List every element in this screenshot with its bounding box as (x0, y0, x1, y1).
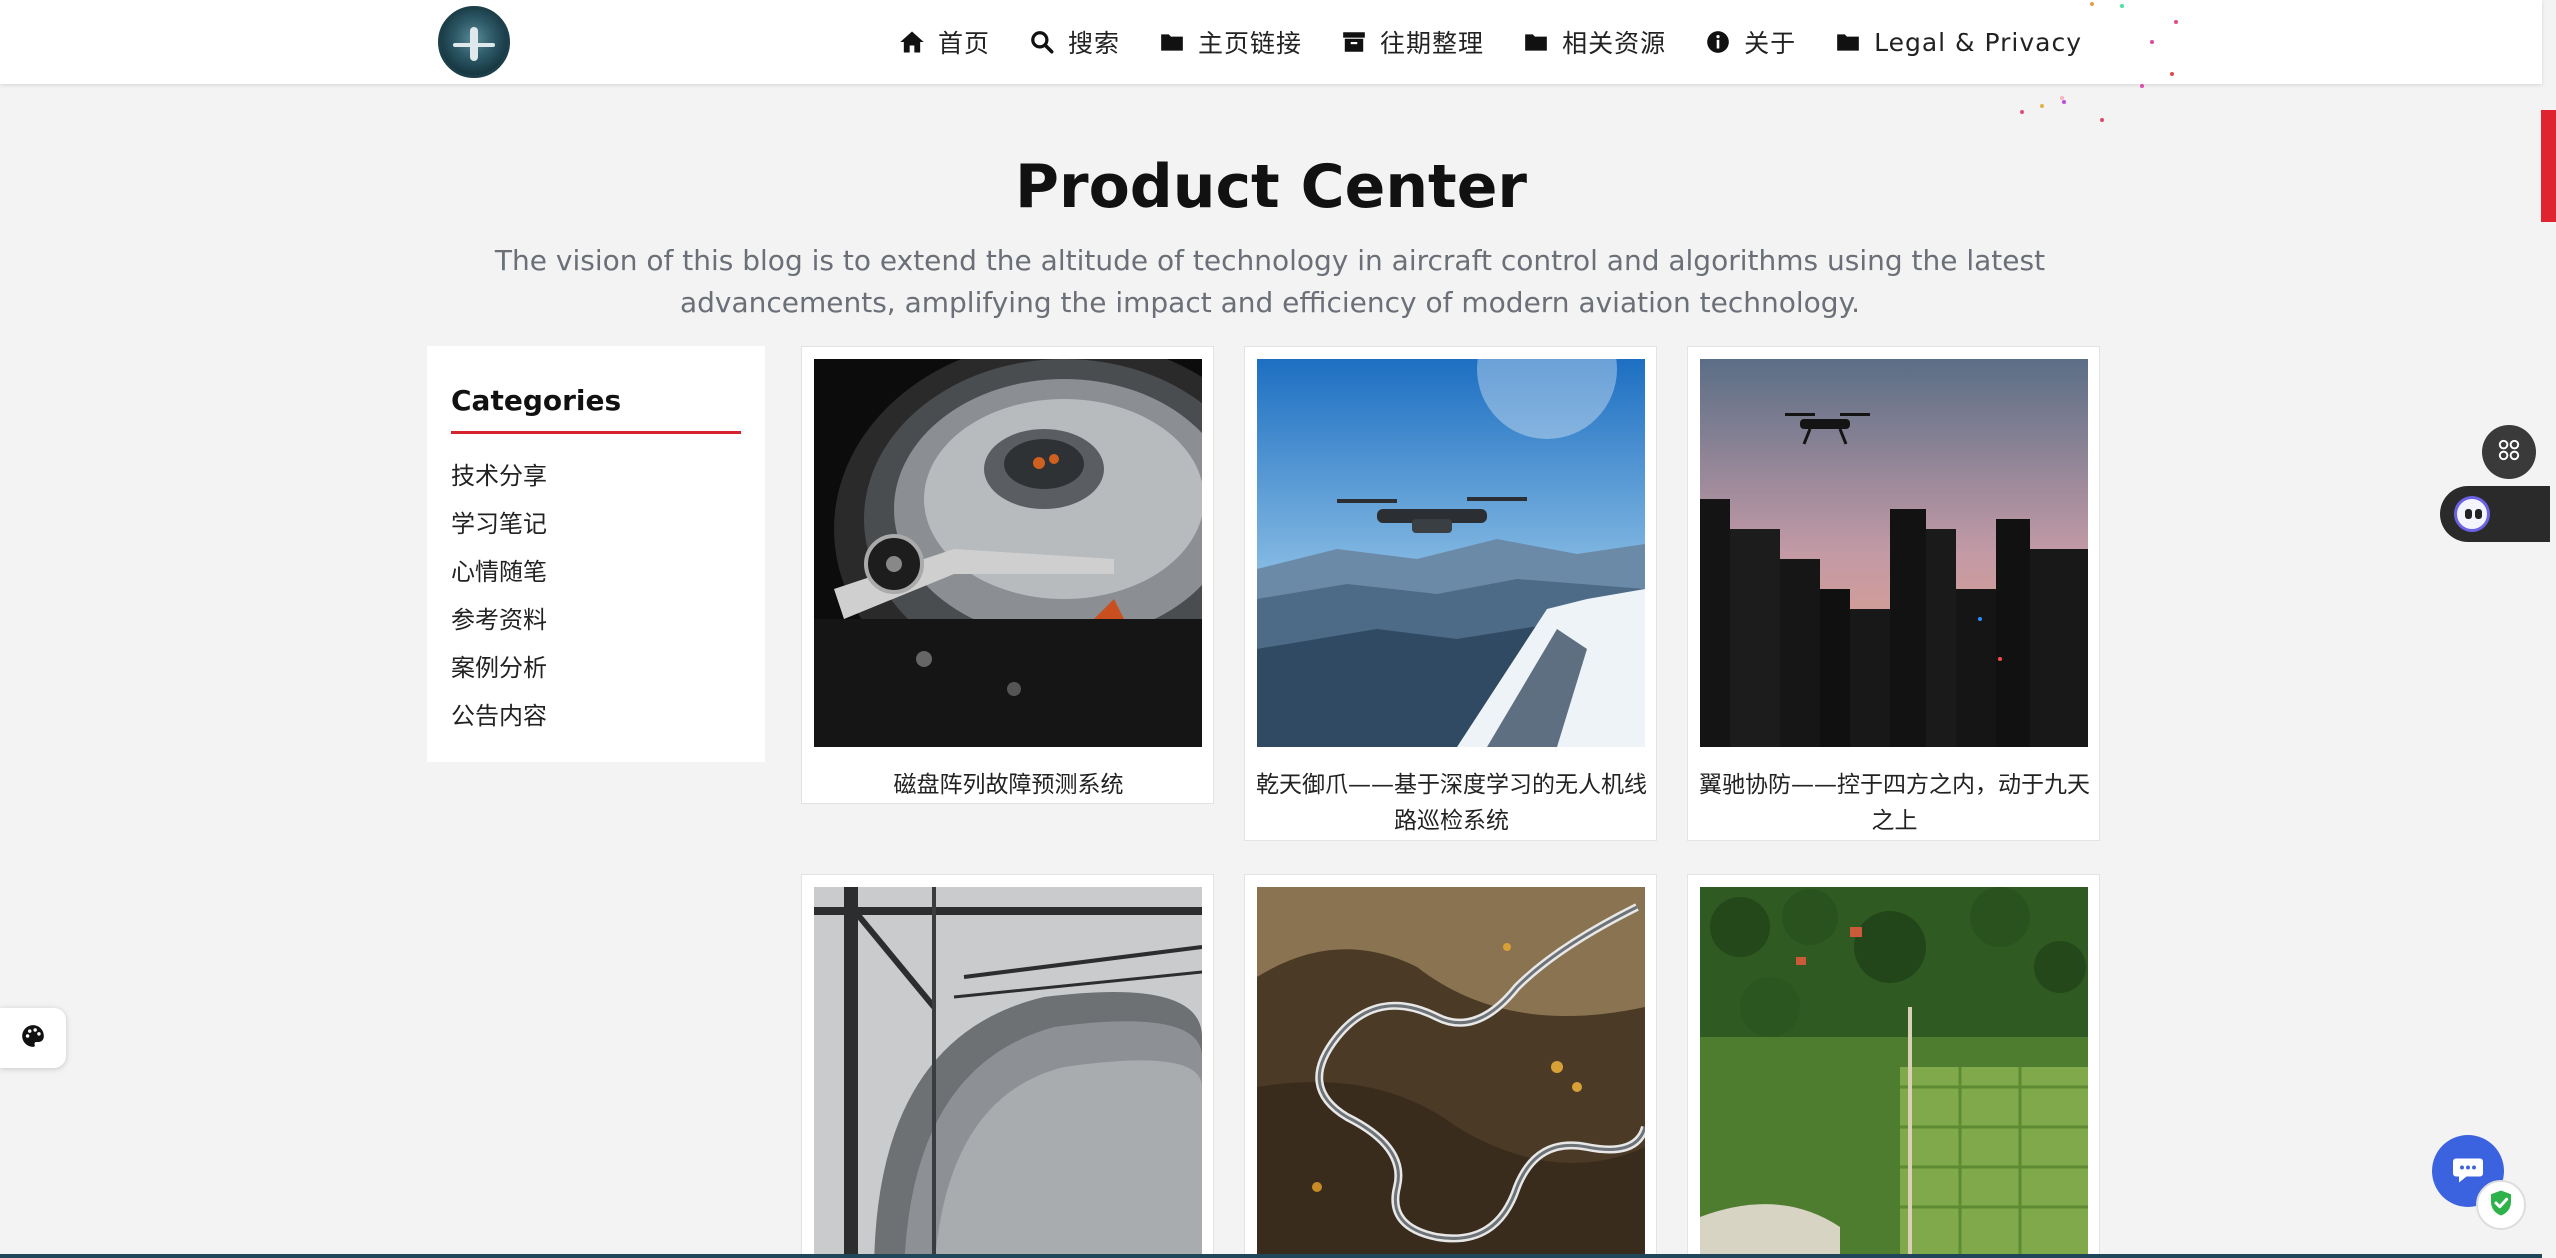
scrollbar-thumb[interactable] (2541, 110, 2556, 222)
drone-over-city-image[interactable] (1700, 359, 2088, 747)
drone-over-mountains-image[interactable] (1257, 359, 1645, 747)
folder-icon (1522, 28, 1550, 56)
category-item[interactable]: 心情随笔 (451, 552, 741, 600)
winding-road-aerial-image[interactable] (1257, 887, 1645, 1258)
page-title: Product Center (1015, 152, 1527, 222)
category-item[interactable]: 公告内容 (451, 696, 741, 744)
product-card[interactable] (1244, 874, 1657, 1258)
ai-assistant-button[interactable] (2440, 486, 2550, 542)
home-icon (898, 28, 926, 56)
nav-resources-label: 相关资源 (1562, 29, 1667, 58)
category-item[interactable]: 技术分享 (451, 456, 741, 504)
site-header: 首页 搜索 主页链接 往期整理 相关资源 关于 Legal & Privacy (0, 0, 2542, 84)
nav-archive-label: 往期整理 (1380, 29, 1485, 58)
sidebar-title: Categories (451, 384, 741, 434)
category-list: 技术分享 学习笔记 心情随笔 参考资料 案例分析 公告内容 (451, 456, 741, 744)
nav-home[interactable]: 首页 (898, 24, 990, 60)
nav-legal-privacy[interactable]: Legal & Privacy (1834, 28, 2082, 57)
nav-archive[interactable]: 往期整理 (1340, 24, 1484, 60)
chat-icon (2450, 1151, 2486, 1191)
category-item[interactable]: 案例分析 (451, 648, 741, 696)
theme-switch-button[interactable] (0, 1008, 66, 1068)
grid-icon (2496, 437, 2522, 467)
nav-resources[interactable]: 相关资源 (1522, 24, 1666, 60)
nav-about-label: 关于 (1744, 29, 1797, 58)
info-icon (1704, 28, 1732, 56)
bottom-border (0, 1254, 2542, 1258)
nav-home-label: 首页 (938, 29, 991, 58)
main-nav: 首页 搜索 主页链接 往期整理 相关资源 关于 Legal & Privacy (898, 0, 2082, 84)
security-badge[interactable] (2476, 1180, 2526, 1230)
nav-search[interactable]: 搜索 (1028, 24, 1120, 60)
page-subtitle: The vision of this blog is to extend the… (494, 244, 2046, 319)
robot-icon (2454, 496, 2490, 532)
product-card[interactable]: 磁盘阵列故障预测系统 (801, 346, 1214, 804)
green-fields-aerial-image[interactable] (1700, 887, 2088, 1258)
product-caption[interactable]: 磁盘阵列故障预测系统 (808, 767, 1209, 803)
archive-icon (1340, 28, 1368, 56)
product-card[interactable]: 翼驰协防——控于四方之内，动于九天之上 (1687, 346, 2100, 841)
folder-icon (1158, 28, 1186, 56)
product-caption[interactable]: 乾天御爪——基于深度学习的无人机线路巡检系统 (1251, 767, 1652, 839)
nav-search-label: 搜索 (1068, 29, 1121, 58)
hard-drive-image[interactable] (814, 359, 1202, 747)
site-logo[interactable] (438, 6, 510, 78)
industrial-tank-image[interactable] (814, 887, 1202, 1258)
product-card[interactable]: 乾天御爪——基于深度学习的无人机线路巡检系统 (1244, 346, 1657, 841)
product-card[interactable] (801, 874, 1214, 1258)
palette-icon (20, 1023, 46, 1053)
folder-icon (1834, 28, 1862, 56)
shield-check-icon (2486, 1188, 2516, 1222)
nav-homepage-links[interactable]: 主页链接 (1158, 24, 1302, 60)
category-item[interactable]: 参考资料 (451, 600, 741, 648)
nav-homepage-links-label: 主页链接 (1198, 29, 1303, 58)
category-item[interactable]: 学习笔记 (451, 504, 741, 552)
nav-legal-privacy-label: Legal & Privacy (1874, 27, 2083, 57)
product-caption[interactable]: 翼驰协防——控于四方之内，动于九天之上 (1694, 767, 2095, 839)
categories-sidebar: Categories 技术分享 学习笔记 心情随笔 参考资料 案例分析 公告内容 (427, 346, 765, 762)
nav-about[interactable]: 关于 (1704, 24, 1796, 60)
product-card[interactable] (1687, 874, 2100, 1258)
apps-widget-button[interactable] (2482, 425, 2536, 479)
search-icon (1028, 28, 1056, 56)
